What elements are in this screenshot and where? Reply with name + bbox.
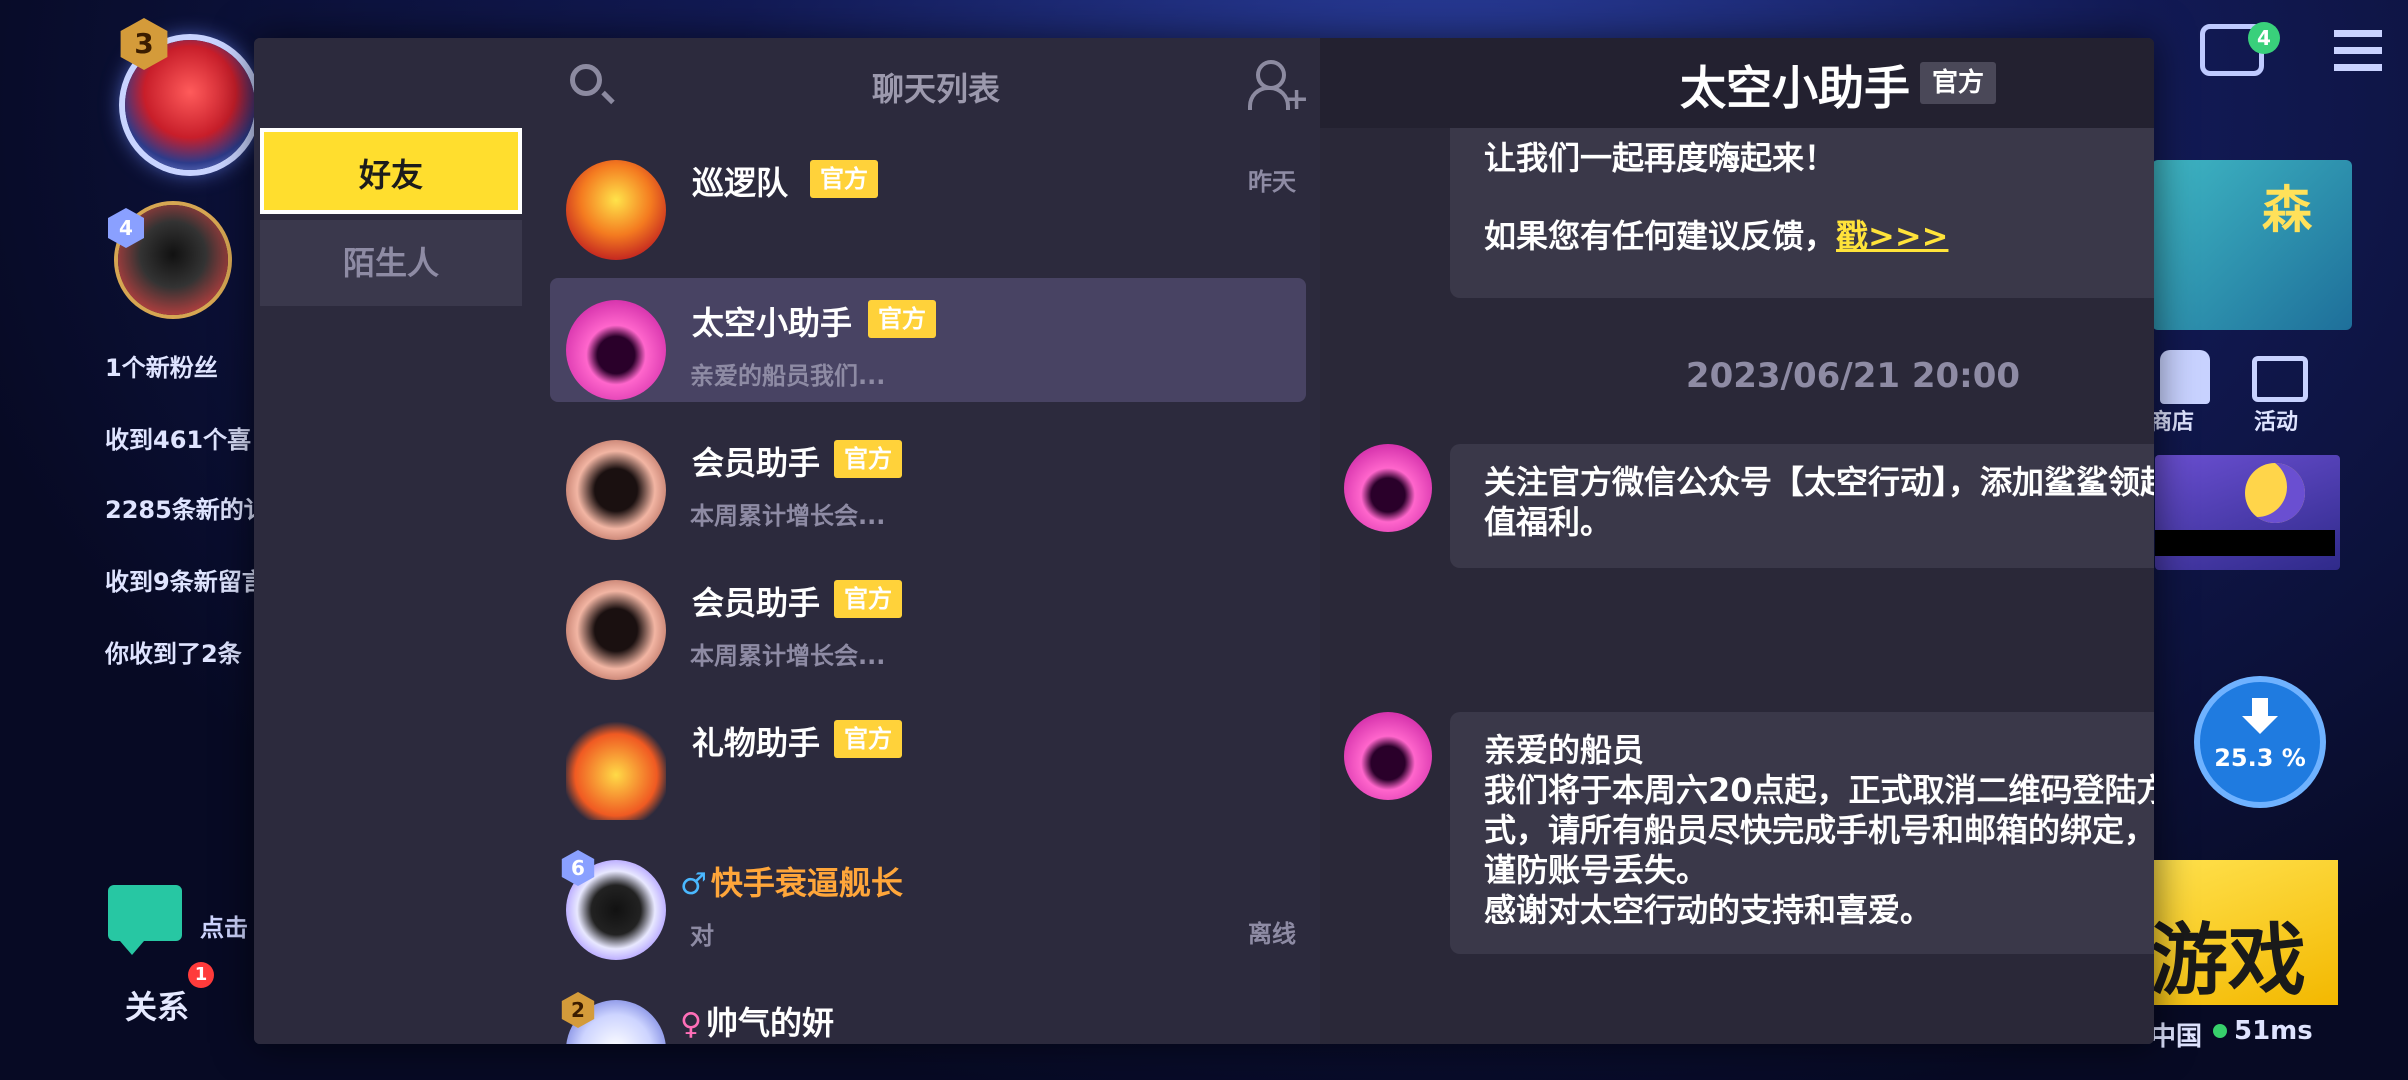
chat-list-item[interactable]: 会员助手 官方 本周累计增长会... bbox=[550, 418, 1306, 542]
download-icon bbox=[2238, 698, 2282, 738]
chat-item-name: ♀ 帅气的妍 bbox=[680, 998, 834, 1044]
sender-avatar[interactable] bbox=[1344, 712, 1432, 800]
chat-list-item[interactable]: 6 ♂ 快手衰逼舰长 对 离线 bbox=[550, 838, 1306, 962]
ping-status-icon bbox=[2213, 1024, 2227, 1038]
play-label: 游戏 bbox=[2150, 916, 2307, 1006]
shop-icon[interactable] bbox=[2160, 350, 2210, 404]
chat-list-panel: 聊天列表 + 巡逻队 官方 昨天 太空小助手 官方 亲爱的船员我们... 会员助… bbox=[536, 38, 1320, 1044]
notification-item[interactable]: 收到9条新留言 bbox=[105, 562, 266, 597]
activity-icon[interactable] bbox=[2252, 356, 2308, 402]
relation-tab[interactable]: 关系 bbox=[125, 982, 189, 1028]
notification-item[interactable]: 1个新粉丝 bbox=[105, 348, 218, 383]
event-banner-text: 森 bbox=[2262, 181, 2312, 239]
message-text: 关注官方微信公众号【太空行动】，添加鲨鲨领超值福利。 bbox=[1484, 463, 2154, 541]
shop-label: 商店 bbox=[2150, 410, 2195, 435]
chat-item-name: 礼物助手 bbox=[692, 724, 821, 762]
official-badge: 官方 bbox=[834, 580, 902, 618]
member-assistant-avatar bbox=[566, 580, 666, 680]
conversation-panel: 太空小助手 官方 让我们一起再度嗨起来！ 如果您有任何建议反馈，戳>>> 202… bbox=[1320, 38, 2154, 1044]
online-status: 离线 bbox=[1248, 920, 1296, 948]
chat-item-preview: 对 bbox=[690, 922, 714, 950]
chat-list-item[interactable]: 礼物助手 官方 bbox=[550, 698, 1306, 822]
tab-friends[interactable]: 好友 bbox=[260, 128, 522, 214]
message-bubble: 亲爱的船员 我们将于本周六20点起，正式取消二维码登陆方式，请所有船员尽快完成手… bbox=[1450, 712, 2154, 954]
download-button[interactable]: 25.3 % bbox=[2200, 682, 2320, 802]
member-assistant-avatar bbox=[566, 440, 666, 540]
chat-item-time: 昨天 bbox=[1248, 168, 1296, 196]
patrol-avatar bbox=[566, 160, 666, 260]
message-bubble: 关注官方微信公众号【太空行动】，添加鲨鲨领超值福利。 bbox=[1450, 444, 2154, 568]
message-text-line: 如果您有任何建议反馈， bbox=[1484, 217, 1837, 255]
female-icon: ♀ bbox=[680, 1007, 702, 1042]
tab-strangers[interactable]: 陌生人 bbox=[260, 220, 522, 306]
activity-label: 活动 bbox=[2254, 410, 2299, 435]
sender-avatar[interactable] bbox=[1344, 444, 1432, 532]
message-text: 如果您有任何建议反馈，戳>>> bbox=[1484, 216, 2154, 256]
notification-item[interactable]: 收到461个喜 bbox=[105, 420, 251, 455]
notification-item[interactable]: 你收到了2条 bbox=[105, 634, 242, 669]
message-text: 让我们一起再度嗨起来！ bbox=[1484, 139, 1837, 177]
night-event-banner[interactable] bbox=[2155, 455, 2340, 570]
search-icon[interactable] bbox=[570, 64, 602, 96]
event-banner[interactable]: 森 bbox=[2152, 160, 2352, 330]
official-badge: 官方 bbox=[810, 160, 878, 198]
region-label: 中国 bbox=[2150, 1022, 2203, 1052]
official-badge: 官方 bbox=[1920, 62, 1997, 104]
player-name: 快手衰逼舰长 bbox=[710, 864, 903, 902]
chat-list-title: 聊天列表 bbox=[871, 70, 1000, 108]
category-panel: 好友 陌生人 bbox=[254, 38, 536, 1044]
chat-list-item[interactable]: 巡逻队 官方 昨天 bbox=[550, 138, 1306, 262]
chat-item-preview: 本周累计增长会... bbox=[690, 642, 886, 670]
banner-bar bbox=[2155, 530, 2335, 556]
chat-item-name: 会员助手 bbox=[692, 444, 821, 482]
chat-list-item[interactable]: 会员助手 官方 本周累计增长会... bbox=[550, 558, 1306, 682]
chat-item-preview: 亲爱的船员我们... bbox=[690, 362, 886, 390]
chat-item-name: ♂ 快手衰逼舰长 bbox=[680, 858, 903, 904]
male-icon: ♂ bbox=[680, 867, 707, 902]
chat-item-preview: 本周累计增长会... bbox=[690, 502, 886, 530]
player-name: 帅气的妍 bbox=[705, 1004, 834, 1042]
conversation-title: 太空小助手 bbox=[1680, 61, 1910, 115]
chat-bubble-icon[interactable] bbox=[108, 885, 182, 955]
click-hint-label: 点击 bbox=[200, 914, 248, 942]
official-badge: 官方 bbox=[868, 300, 936, 338]
ping-label: 51ms bbox=[2234, 1016, 2313, 1046]
official-badge: 官方 bbox=[834, 440, 902, 478]
notification-item[interactable]: 2285条新的讠 bbox=[105, 490, 268, 525]
official-badge: 官方 bbox=[834, 720, 902, 758]
download-progress: 25.3 % bbox=[2214, 744, 2306, 772]
chat-modal: 好友 陌生人 聊天列表 + 巡逻队 官方 昨天 太空小助手 官方 亲爱的船员我们… bbox=[254, 38, 2154, 1044]
chat-item-name: 太空小助手 bbox=[692, 304, 853, 342]
chat-item-name: 会员助手 bbox=[692, 584, 821, 622]
chat-list-item[interactable]: 2 ♀ 帅气的妍 bbox=[550, 978, 1306, 1044]
tv-badge: 4 bbox=[2248, 22, 2280, 54]
message-bubble: 让我们一起再度嗨起来！ 如果您有任何建议反馈，戳>>> bbox=[1450, 128, 2154, 298]
menu-icon[interactable] bbox=[2334, 30, 2382, 72]
gift-icon bbox=[566, 720, 666, 820]
relation-badge: 1 bbox=[188, 962, 214, 988]
conversation-header: 太空小助手 官方 bbox=[1320, 38, 2154, 128]
message-timestamp: 2023/06/21 20:00 bbox=[1685, 356, 2021, 396]
message-text: 亲爱的船员 我们将于本周六20点起，正式取消二维码登陆方式，请所有船员尽快完成手… bbox=[1484, 731, 2154, 929]
feedback-link[interactable]: 戳>>> bbox=[1836, 217, 1948, 255]
chat-item-name: 巡逻队 bbox=[692, 164, 789, 202]
chat-list-item-selected[interactable]: 太空小助手 官方 亲爱的船员我们... bbox=[550, 278, 1306, 402]
add-friend-icon[interactable]: + bbox=[1248, 60, 1309, 115]
moon-icon bbox=[2245, 463, 2305, 523]
space-assistant-avatar bbox=[566, 300, 666, 400]
